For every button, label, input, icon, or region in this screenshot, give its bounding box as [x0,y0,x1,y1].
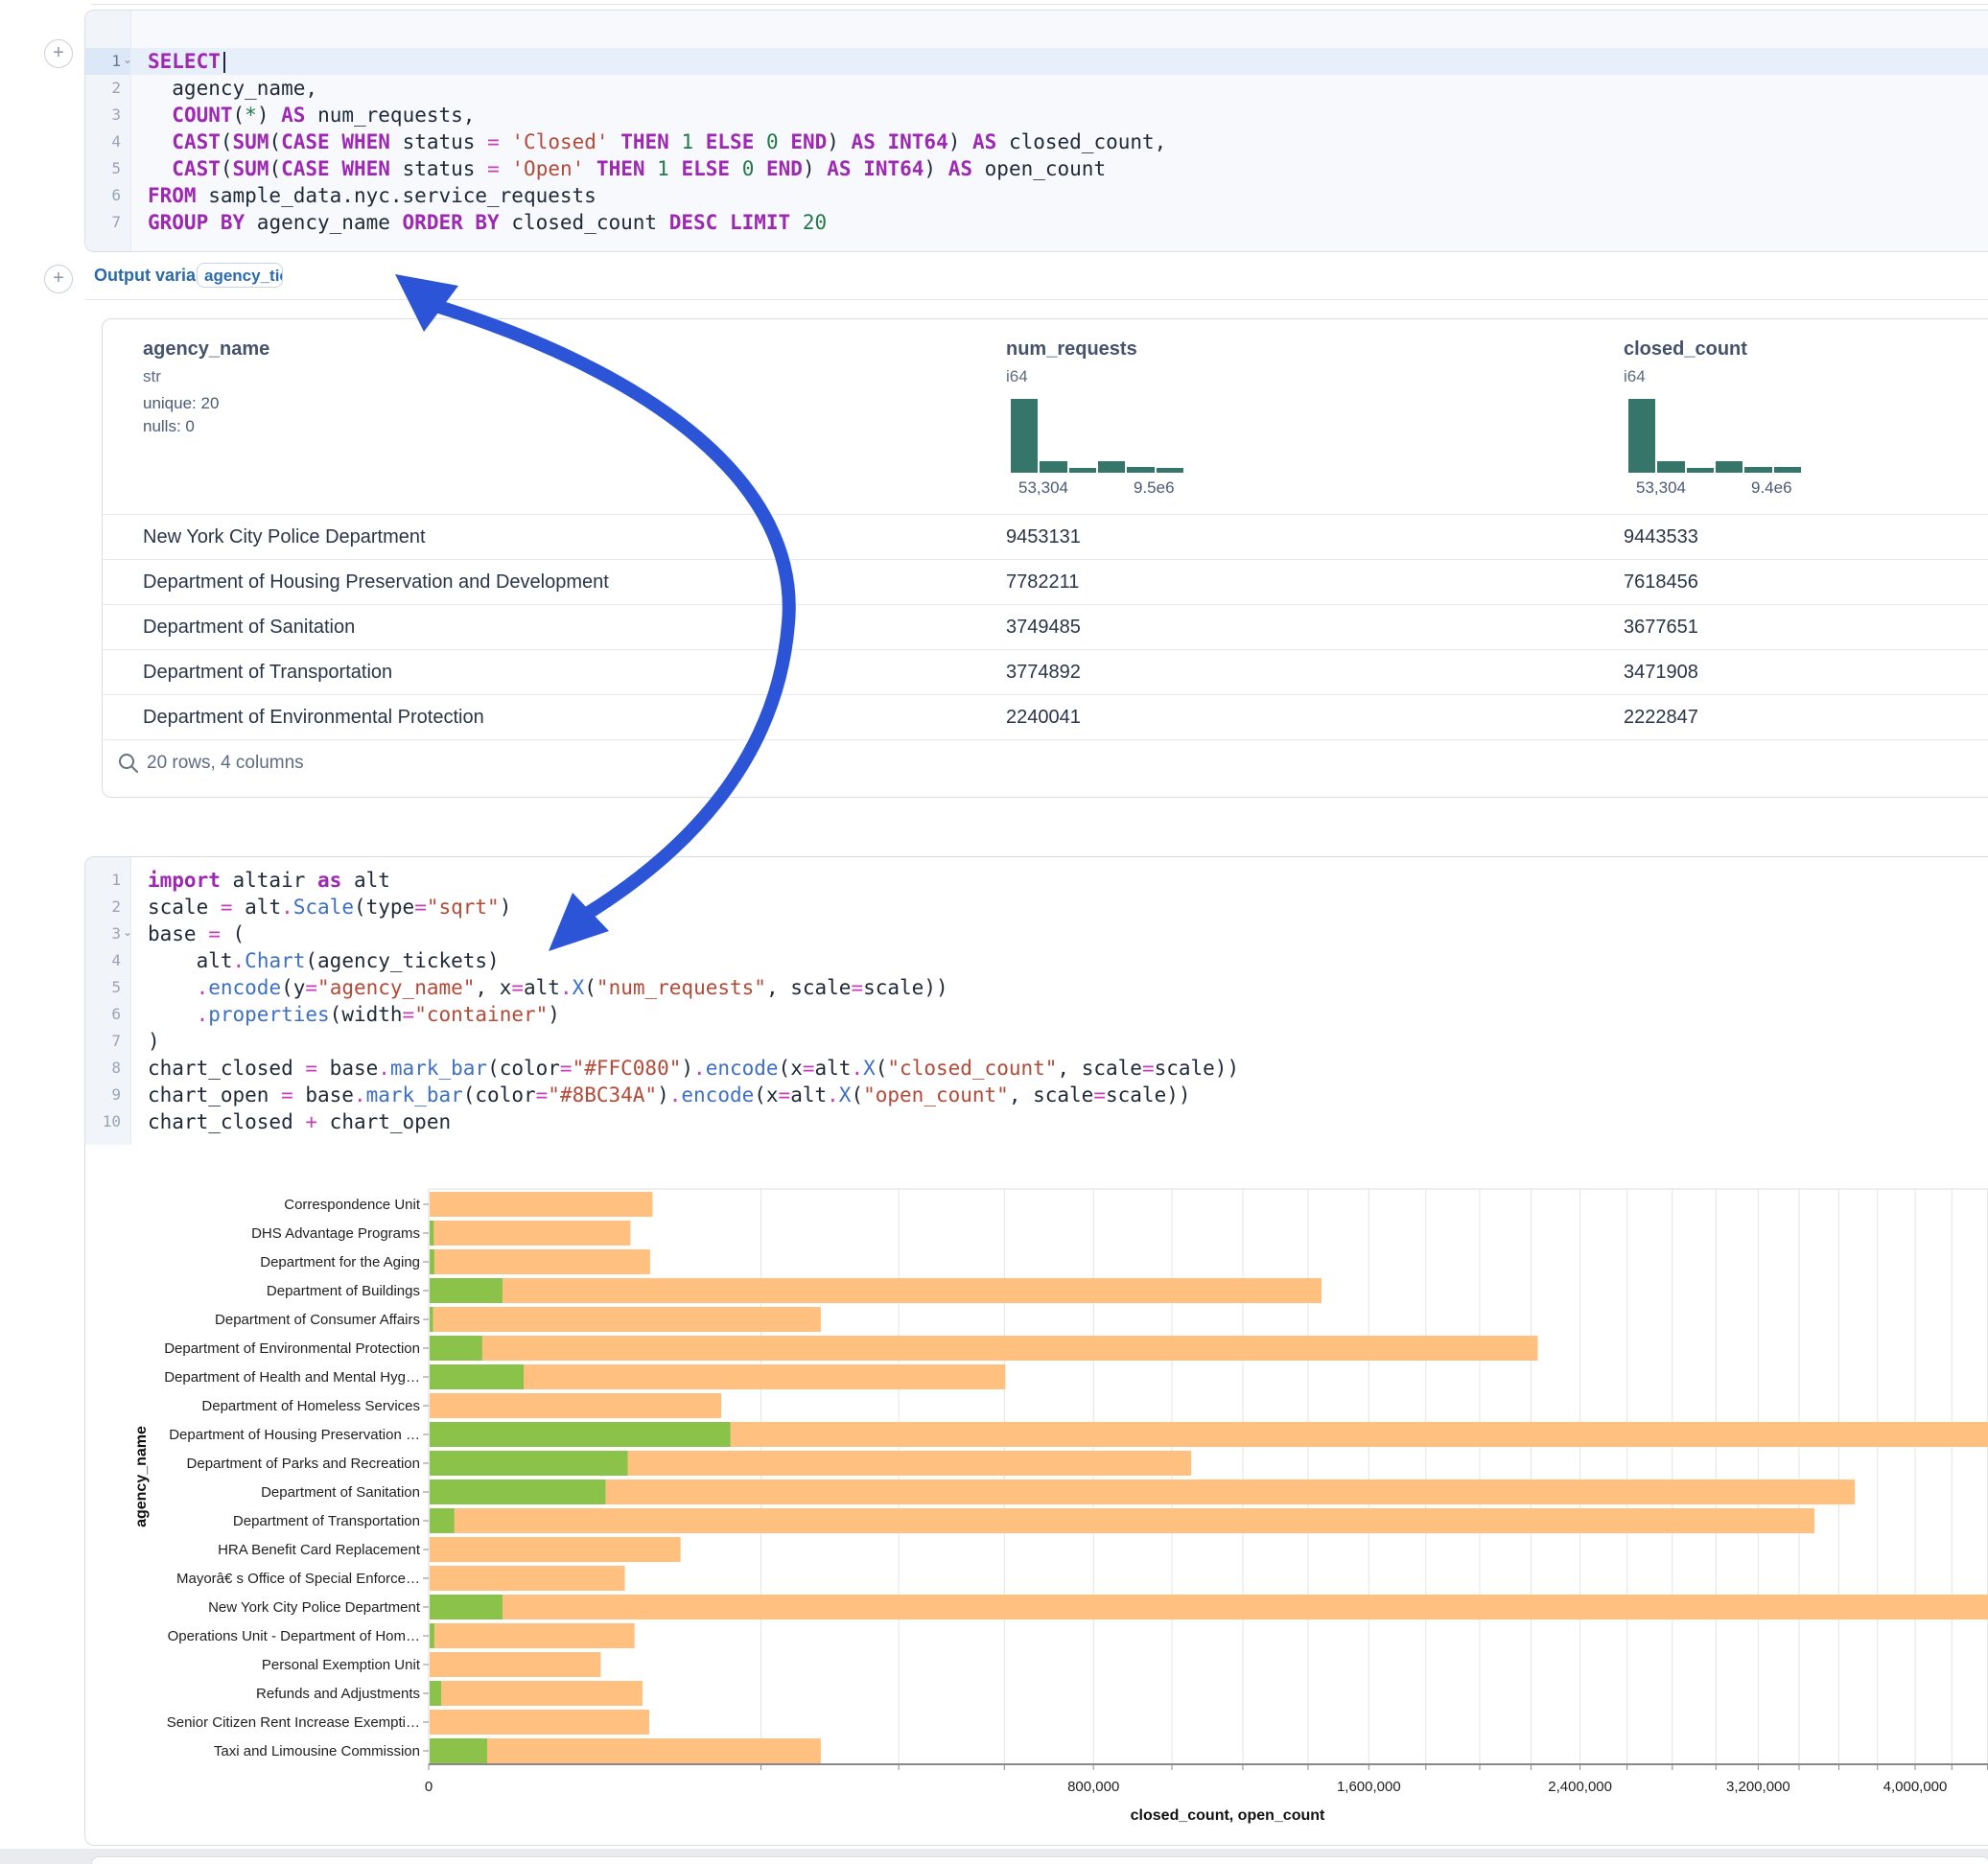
line-number: 9 [85,1082,130,1108]
histogram-max-label: 9.4e6 [1751,478,1792,498]
line-number: 2 [85,75,130,102]
table-cell[interactable]: Department of Transportation [143,662,392,684]
code-line[interactable]: 7) [85,1028,1988,1055]
table-cell[interactable]: 2222847 [1624,707,1698,729]
column-type: i64 [1624,367,1646,386]
table-cell[interactable]: Department of Environmental Protection [143,707,484,729]
code-line[interactable]: 5 .encode(y="agency_name", x=alt.X("num_… [85,974,1988,1001]
next-cell-edge [91,1856,1988,1864]
code-line[interactable]: 4 CAST(SUM(CASE WHEN status = 'Closed' T… [85,128,1988,155]
notebook-page: + + 1⌄SELECT2 agency_name,3 COUNT(*) AS … [0,0,1988,1864]
histogram-max-label: 9.5e6 [1134,478,1175,498]
line-number: 10 [85,1108,130,1135]
table-cell[interactable]: 3749485 [1006,617,1081,639]
row-divider [103,514,1988,515]
table-cell[interactable]: 9443533 [1624,526,1698,548]
row-divider [103,739,1988,740]
line-number: 2 [85,894,130,920]
code-line[interactable]: 4 alt.Chart(agency_tickets) [85,947,1988,974]
line-number: 4 [85,128,130,155]
column-header[interactable]: agency_name [143,338,269,361]
histogram-min-label: 53,304 [1636,478,1686,498]
output-variable-pill[interactable]: agency_tickets [197,263,283,288]
python-code-editor[interactable]: 1import altair as alt2scale = alt.Scale(… [85,867,1988,1135]
table-cell[interactable]: Department of Housing Preservation and D… [143,571,609,594]
table-cell[interactable]: 3774892 [1006,662,1081,684]
column-header[interactable]: num_requests [1006,338,1137,361]
table-cell[interactable]: 7618456 [1624,571,1698,594]
code-line[interactable]: 1import altair as alt [85,867,1988,894]
table-cell[interactable]: 3471908 [1624,662,1698,684]
page-bottom-strip [0,1849,1988,1864]
code-line[interactable]: 1⌄SELECT [85,48,1988,75]
code-line[interactable]: 10chart_closed + chart_open [85,1108,1988,1135]
text-cursor [223,52,225,73]
add-cell-button-middle[interactable]: + [44,265,73,293]
table-cell[interactable]: 7782211 [1006,571,1079,594]
table-cell[interactable]: Department of Sanitation [143,617,355,639]
line-number: 8 [85,1055,130,1082]
code-line[interactable]: 6 .properties(width="container") [85,1001,1988,1028]
column-header[interactable]: closed_count [1624,338,1747,361]
code-line[interactable]: 7GROUP BY agency_name ORDER BY closed_co… [85,209,1988,236]
column-type: str [143,367,161,386]
column-histogram [1011,399,1183,473]
sql-cell: 1⌄SELECT2 agency_name,3 COUNT(*) AS num_… [84,10,1988,252]
column-stat: unique: 20 [143,394,219,413]
python-cell: 1import altair as alt2scale = alt.Scale(… [84,856,1988,1846]
row-divider [103,559,1988,560]
line-number: 4 [85,947,130,974]
line-number: 3 [85,102,130,128]
line-number: 6 [85,182,130,209]
histogram-min-label: 53,304 [1018,478,1068,498]
output-bar-divider [84,299,1988,300]
code-line[interactable]: 6FROM sample_data.nyc.service_requests [85,182,1988,209]
column-histogram [1628,399,1801,473]
line-number: 7 [85,1028,130,1055]
line-number: 1⌄ [85,48,130,75]
previous-cell-edge [91,4,1988,5]
add-cell-button-top[interactable]: + [44,39,73,68]
result-table: 20 rows, 4 columns agency_namestr unique:… [102,318,1988,798]
line-number: 7 [85,209,130,236]
code-line[interactable]: 3⌄base = ( [85,920,1988,947]
line-number: 6 [85,1001,130,1028]
code-line[interactable]: 2scale = alt.Scale(type="sqrt") [85,894,1988,920]
code-line[interactable]: 9chart_open = base.mark_bar(color="#8BC3… [85,1082,1988,1108]
column-stat: nulls: 0 [143,417,195,436]
collapse-chevron-icon[interactable]: ⌄ [123,46,132,73]
row-divider [103,649,1988,650]
table-cell[interactable]: New York City Police Department [143,526,426,548]
table-cell[interactable]: 9453131 [1006,526,1081,548]
row-divider [103,604,1988,605]
row-divider [103,694,1988,695]
code-line[interactable]: 8chart_closed = base.mark_bar(color="#FF… [85,1055,1988,1082]
code-line[interactable]: 3 COUNT(*) AS num_requests, [85,102,1988,128]
table-cell[interactable]: 3677651 [1624,617,1698,639]
collapse-chevron-icon[interactable]: ⌄ [123,919,132,945]
line-number: 3⌄ [85,920,130,947]
line-number: 5 [85,974,130,1001]
line-number: 1 [85,867,130,894]
output-variable-bar: Output variable: agency_tickets [84,255,1988,297]
code-line[interactable]: 2 agency_name, [85,75,1988,102]
table-footer: 20 rows, 4 columns [147,753,304,774]
line-number: 5 [85,155,130,182]
search-icon[interactable] [116,751,141,776]
column-type: i64 [1006,367,1028,386]
table-cell[interactable]: 2240041 [1006,707,1081,729]
sql-code-editor[interactable]: 1⌄SELECT2 agency_name,3 COUNT(*) AS num_… [85,48,1988,236]
code-line[interactable]: 5 CAST(SUM(CASE WHEN status = 'Open' THE… [85,155,1988,182]
